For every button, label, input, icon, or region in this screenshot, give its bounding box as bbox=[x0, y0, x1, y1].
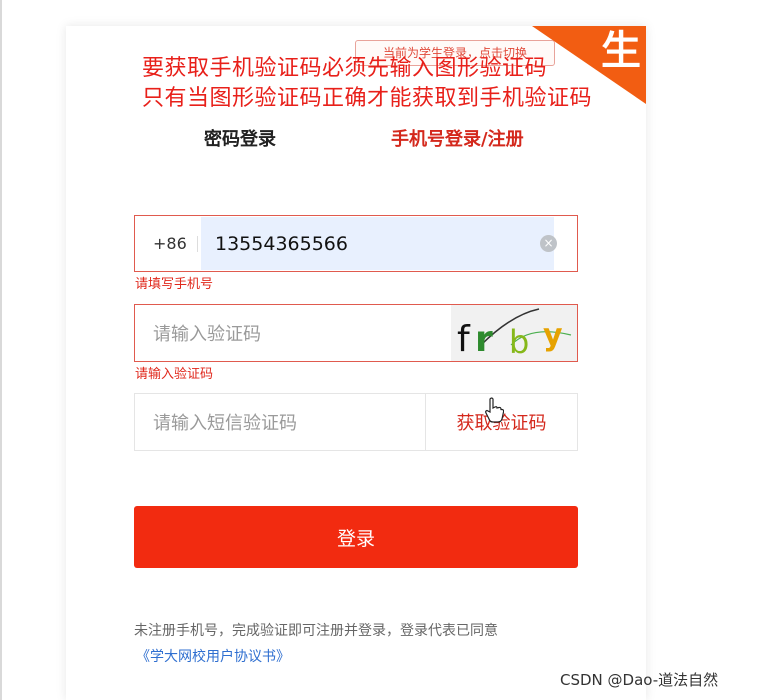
prefix-divider bbox=[197, 236, 198, 252]
svg-text:y: y bbox=[543, 318, 563, 353]
login-button[interactable]: 登录 bbox=[134, 506, 578, 568]
window-edge bbox=[0, 0, 2, 700]
svg-text:f: f bbox=[457, 319, 471, 360]
captcha-image[interactable]: f r b y bbox=[451, 305, 577, 361]
tab-password-login[interactable]: 密码登录 bbox=[204, 128, 276, 152]
sms-code-input[interactable] bbox=[151, 394, 435, 452]
corner-badge-label: 生 bbox=[601, 28, 641, 74]
captcha-error-text: 请输入验证码 bbox=[135, 367, 214, 382]
watermark: CSDN @Dao-道法自然 bbox=[560, 671, 719, 689]
login-page: 当前为学生登录，点击切换 生 要获取手机验证码必须先输入图形验证码 只有当图形验… bbox=[0, 0, 770, 700]
captcha-input[interactable] bbox=[151, 305, 435, 363]
annotation-line-1: 要获取手机验证码必须先输入图形验证码 bbox=[142, 56, 548, 81]
tab-phone-login[interactable]: 手机号登录/注册 bbox=[391, 128, 524, 152]
svg-text:r: r bbox=[475, 319, 493, 360]
phone-field: +86 × bbox=[134, 215, 578, 272]
country-code[interactable]: +86 bbox=[153, 216, 187, 271]
phone-error-text: 请填写手机号 bbox=[135, 277, 214, 292]
captcha-graphic: f r b y bbox=[457, 308, 572, 361]
captcha-field: f r b y bbox=[134, 304, 578, 363]
hand-cursor-icon bbox=[485, 397, 504, 423]
sms-field: 获取验证码 bbox=[134, 393, 578, 452]
svg-text:b: b bbox=[509, 323, 529, 361]
clear-icon[interactable]: × bbox=[540, 235, 557, 252]
footer-note: 未注册手机号，完成验证即可注册并登录，登录代表已同意 bbox=[134, 623, 498, 639]
user-agreement-link[interactable]: 《学大网校用户协议书》 bbox=[136, 648, 290, 666]
annotation-line-2: 只有当图形验证码正确才能获取到手机验证码 bbox=[142, 86, 593, 111]
login-card bbox=[66, 26, 646, 700]
phone-input[interactable] bbox=[201, 217, 554, 270]
